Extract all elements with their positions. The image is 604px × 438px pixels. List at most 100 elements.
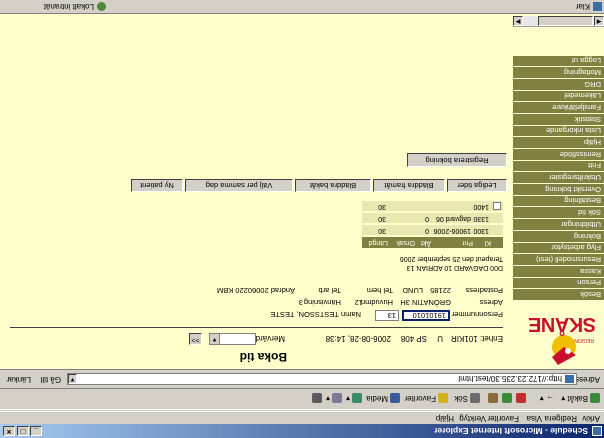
nav-item-kassa[interactable]: Kassa [513, 264, 604, 277]
postnummer-value: 22185 [430, 286, 451, 295]
registrera-bokning-button[interactable]: Registrera bokning [407, 153, 507, 167]
u-label: U [437, 334, 443, 343]
menu-favoriter[interactable]: Favoriter [487, 414, 519, 423]
nav-item-logga-ut[interactable]: Logga ut [513, 54, 604, 67]
address-input[interactable]: http://172.23.235.30/test.html [67, 373, 577, 385]
col-header-orsak: Orsak [396, 239, 415, 246]
pnr-suffix-input[interactable]: 13 [375, 310, 399, 321]
cell-pnr: 19006-2006 [431, 225, 473, 235]
nav-item-remissflode[interactable]: Remissflöde [513, 148, 604, 160]
history-icon [352, 393, 362, 404]
menu-bar: Arkiv Redigera Visa Favoriter Verktyg Hj… [0, 411, 604, 424]
address-bar: Adress http://172.23.235.30/test.html ▼ … [0, 369, 604, 388]
left-frame: REGION SKÅNE Besök Person Kassa Resursmo… [513, 14, 604, 369]
forward-button[interactable]: → ▾ [540, 391, 554, 406]
sp-label: SP 408 [400, 334, 427, 343]
cell-orsak [388, 213, 415, 223]
nav-item-flyg-arbetsytor[interactable]: Flyg arbetsytor [513, 241, 604, 254]
tab-lediga-tider[interactable]: Lediga tider [447, 179, 507, 192]
cell-orsak [388, 201, 415, 211]
minimize-button[interactable]: _ [30, 426, 42, 436]
chevron-down-icon: ▼ [210, 334, 220, 344]
andrad-label: Ändrad 20060220 KBM [217, 286, 295, 295]
stop-icon [516, 393, 526, 404]
enhet-label: Enhet: 101KIR [450, 334, 503, 343]
nav-item-utskriftsregister[interactable]: Utskriftsregister [513, 171, 604, 184]
nav-item-lista-inkorgande[interactable]: Lista inkorgande [513, 124, 604, 137]
refresh-button[interactable] [500, 391, 512, 406]
status-text: Klar [575, 2, 590, 11]
nav-item-fritt[interactable]: Fritt [513, 159, 604, 172]
tab-ny-patient[interactable]: Ny patient [131, 179, 183, 192]
nav-item-mottagning[interactable]: Mottagning [513, 66, 604, 78]
scroll-thumb[interactable] [538, 16, 593, 26]
row-checkbox[interactable] [493, 202, 501, 210]
namn-value: TESTSSON, TESTE [270, 310, 339, 319]
table-row[interactable]: 1330 dagvard 06 0 30 [362, 212, 503, 223]
star-icon [438, 393, 448, 404]
menu-redigera[interactable]: Redigera [545, 414, 577, 423]
close-button[interactable]: × [3, 426, 15, 436]
menu-verktyg[interactable]: Verktyg [459, 414, 486, 423]
cell-kl: 1400 [473, 201, 491, 211]
mail-button[interactable]: ▾ [326, 391, 342, 406]
pnr-label: Personnummer [451, 310, 503, 319]
maximize-button[interactable]: □ [17, 426, 29, 436]
menu-hjalp[interactable]: Hjälp [436, 414, 454, 423]
nav-item-person[interactable]: Person [513, 276, 604, 289]
table-row[interactable]: 1400 30 [362, 200, 503, 211]
scroll-right-arrow[interactable]: ▶ [513, 16, 523, 26]
nav-item-bestallning[interactable]: Beställning [513, 194, 604, 207]
tab-valj-per-samma-dag[interactable]: Välj per samma dag [185, 179, 293, 192]
pnr-input[interactable]: 19101010 [402, 310, 450, 321]
adress-value: GRÖNATIN 3H [400, 298, 451, 307]
refresh-icon [502, 393, 512, 404]
home-button[interactable] [486, 391, 498, 406]
main-frame: Boka tid Enhet: 101KIR U SP 408 2006-08-… [0, 14, 513, 369]
history-button[interactable]: ▾ [346, 391, 362, 406]
nav-item-bokning[interactable]: Bokning [513, 229, 604, 242]
tab-bladdra-framat[interactable]: Bläddra framåt [373, 179, 445, 192]
scroll-left-arrow[interactable]: ◀ [594, 16, 604, 26]
print-button[interactable] [310, 391, 322, 406]
tab-bladdra-bakat[interactable]: Bläddra bakåt [295, 179, 371, 192]
header-divider [10, 327, 503, 328]
tel-arb-label: Tel arb [318, 286, 341, 295]
select-go-button[interactable]: >> [189, 333, 202, 345]
cell-langd: 30 [362, 201, 388, 211]
favorites-button[interactable]: Favoriter [404, 391, 448, 406]
cell-pnr: dagvard 06 [431, 213, 473, 223]
search-button[interactable]: Sök [454, 391, 480, 406]
col-header-langd: Längd [368, 239, 388, 246]
huvudman-label: Huvudmn [360, 298, 393, 307]
nav-item-utbildningar[interactable]: Utbildningar [513, 218, 604, 230]
nav-item-hjalp[interactable]: Hjälp [513, 136, 604, 149]
links-button[interactable]: Länkar [7, 375, 31, 384]
cell-langd: 30 [362, 225, 388, 235]
nav-item-oversikt-bokning[interactable]: Översikt bokning [513, 183, 604, 195]
mervard-label: Mervärd [255, 334, 285, 343]
ie-icon [592, 426, 602, 436]
go-button[interactable]: Gå till [41, 375, 61, 384]
hanvisning-value: 3 [298, 298, 303, 307]
cell-kl: 1330 [473, 213, 491, 223]
mervard-select[interactable]: ▼ [209, 333, 256, 345]
nav-item-besok[interactable]: Besök [513, 288, 604, 300]
nav-item-drg[interactable]: DRG [513, 77, 604, 90]
nav-item-familjelakare[interactable]: Familjelähkare [513, 101, 604, 113]
nav-item-sok-tid[interactable]: Sök tid [513, 206, 604, 219]
menu-arkiv[interactable]: Arkiv [582, 414, 600, 423]
col-header-kl: Kl [484, 239, 491, 246]
media-button[interactable]: Media [366, 391, 400, 406]
table-row[interactable]: 1300 19006-2006 0 30 [362, 224, 503, 235]
menu-visa[interactable]: Visa [527, 414, 542, 423]
nav-item-resursmodell[interactable]: Resursmodell (test) [513, 253, 604, 265]
nav-item-statistik[interactable]: Statistik [513, 113, 604, 125]
nav-item-lakemedel[interactable]: Läkemedel [513, 89, 604, 102]
cell-akt: 0 [415, 225, 431, 235]
cell-akt: 0 [415, 213, 431, 223]
left-frame-scrollbar[interactable]: ◀ ▶ [513, 16, 604, 27]
back-button[interactable]: Bakåt ▾ [561, 391, 600, 406]
address-dropdown-arrow[interactable]: ▼ [68, 374, 77, 384]
stop-button[interactable] [514, 391, 526, 406]
